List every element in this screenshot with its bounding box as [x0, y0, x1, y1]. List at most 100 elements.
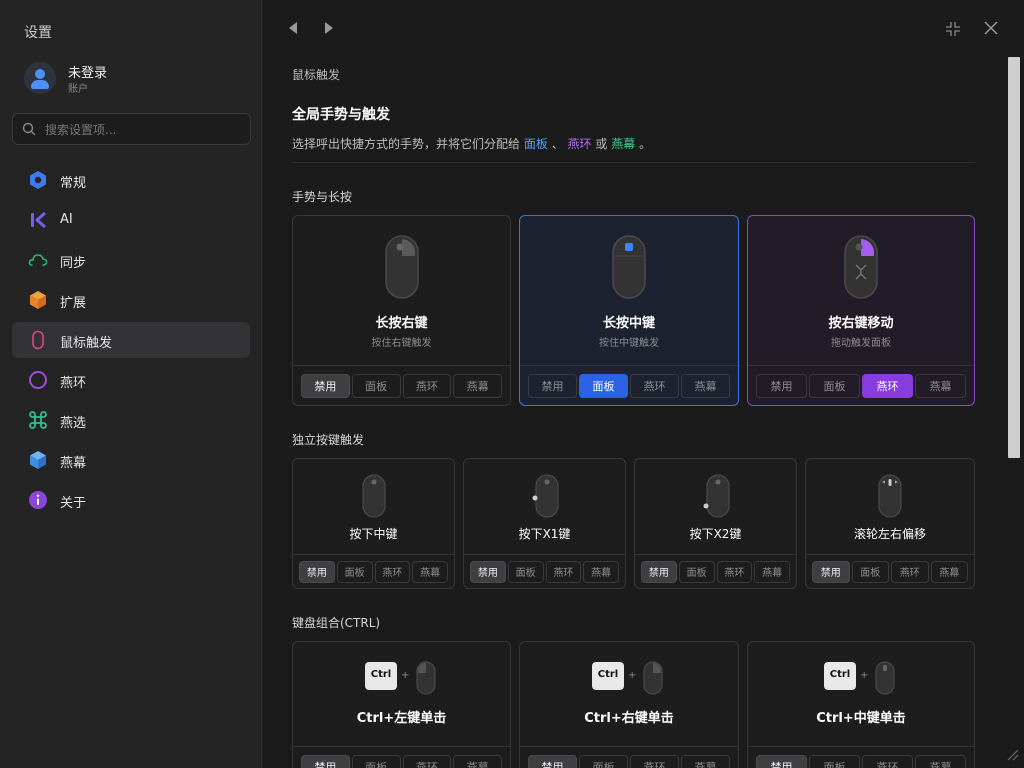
- sidebar-item-label: AI: [60, 212, 73, 227]
- option-ring[interactable]: 燕环: [862, 754, 913, 768]
- option-disable[interactable]: 禁用: [528, 754, 577, 768]
- sidebar-item-ring[interactable]: 燕环: [12, 362, 250, 398]
- gesture-card-right-drag[interactable]: 按右键移动 拖动触发面板 禁用 面板 燕环 燕幕: [747, 215, 975, 406]
- option-screen[interactable]: 燕幕: [915, 754, 966, 768]
- section-title-gesture: 手势与长按: [292, 190, 353, 204]
- card-title: 按右键移动: [828, 316, 894, 331]
- option-ring[interactable]: 燕环: [630, 754, 679, 768]
- option-screen[interactable]: 燕幕: [681, 373, 730, 398]
- standalone-card-x1[interactable]: 按下X1键 禁用 面板 燕环 燕幕: [463, 458, 626, 589]
- forward-arrow-icon[interactable]: [322, 18, 336, 38]
- panel-link: 面板: [523, 137, 548, 151]
- mouse-side-x2-icon: [703, 474, 730, 518]
- mouse-right-button-icon: [643, 661, 663, 695]
- sidebar-item-label: 常规: [60, 176, 87, 191]
- option-disable[interactable]: 禁用: [301, 373, 350, 398]
- sidebar-item-label: 同步: [60, 256, 87, 271]
- option-panel[interactable]: 面板: [809, 373, 860, 398]
- option-screen[interactable]: 燕幕: [583, 560, 619, 583]
- option-screen[interactable]: 燕幕: [412, 560, 448, 583]
- ai-logo-icon: [31, 211, 46, 229]
- option-disable[interactable]: 禁用: [756, 754, 807, 768]
- standalone-card-wheel-tilt[interactable]: 滚轮左右偏移 禁用 面板 燕环 燕幕: [805, 458, 975, 589]
- standalone-card-middle[interactable]: 按下中键 禁用 面板 燕环 燕幕: [292, 458, 455, 589]
- option-panel[interactable]: 面板: [351, 373, 401, 398]
- sidebar-item-about[interactable]: 关于: [12, 482, 250, 518]
- gesture-card-long-middle[interactable]: 长按中键 按住中键触发 禁用 面板 燕环 燕幕: [519, 215, 739, 406]
- standalone-card-x2[interactable]: 按下X2键 禁用 面板 燕环 燕幕: [634, 458, 797, 589]
- option-panel[interactable]: 面板: [579, 373, 628, 398]
- back-arrow-icon[interactable]: [286, 18, 300, 38]
- option-screen[interactable]: 燕幕: [681, 754, 730, 768]
- option-ring[interactable]: 燕环: [545, 560, 582, 583]
- sidebar-item-sync[interactable]: 同步: [12, 242, 250, 278]
- option-ring[interactable]: 燕环: [402, 754, 452, 768]
- option-screen[interactable]: 燕幕: [754, 560, 790, 583]
- option-panel[interactable]: 面板: [851, 560, 889, 583]
- option-panel[interactable]: 面板: [351, 754, 401, 768]
- close-icon[interactable]: [983, 20, 999, 36]
- option-ring[interactable]: 燕环: [891, 560, 929, 583]
- card-subtitle: 按住中键触发: [599, 338, 659, 349]
- option-group: 禁用 面板 燕环 燕幕: [748, 365, 974, 405]
- option-disable[interactable]: 禁用: [756, 373, 807, 398]
- sidebar-item-screen[interactable]: 燕幕: [12, 442, 250, 478]
- option-group: 禁用 面板 燕环 燕幕: [520, 365, 738, 405]
- desc-sep: 或: [595, 137, 608, 151]
- card-title: 长按右键: [375, 316, 428, 331]
- option-group: 禁用 面板 燕环 燕幕: [635, 554, 796, 588]
- option-disable[interactable]: 禁用: [470, 560, 506, 583]
- settings-window: 设置 未登录 账户 常规 AI 同步 扩展: [0, 0, 1024, 768]
- option-ring[interactable]: 燕环: [716, 560, 753, 583]
- option-panel[interactable]: 面板: [678, 560, 715, 583]
- page-heading: 全局手势与触发: [292, 107, 390, 123]
- sidebar-item-select[interactable]: 燕选: [12, 402, 250, 438]
- scrollbar-thumb[interactable]: [1008, 57, 1020, 458]
- keyboard-card-ctrl-right[interactable]: Ctrl + Ctrl+右键单击 禁用 面板 燕环 燕幕: [519, 641, 739, 768]
- divider: [292, 162, 975, 163]
- search-input[interactable]: [45, 120, 235, 140]
- keyboard-card-ctrl-left[interactable]: Ctrl + Ctrl+左键单击 禁用 面板 燕环 燕幕: [292, 641, 511, 768]
- option-screen[interactable]: 燕幕: [915, 373, 966, 398]
- breadcrumb: 鼠标触发: [292, 68, 341, 82]
- sidebar-item-general[interactable]: 常规: [12, 162, 250, 198]
- sidebar-item-mouse-trigger[interactable]: 鼠标触发: [12, 322, 250, 358]
- gesture-card-long-right[interactable]: 长按右键 按住右键触发 禁用 面板 燕环 燕幕: [292, 215, 511, 406]
- card-title: 按下中键: [349, 527, 398, 541]
- option-panel[interactable]: 面板: [579, 754, 628, 768]
- box-icon: [30, 451, 46, 469]
- sidebar-item-ai[interactable]: AI: [12, 202, 250, 238]
- option-panel[interactable]: 面板: [809, 754, 860, 768]
- scrollbar[interactable]: [1006, 54, 1022, 762]
- option-ring[interactable]: 燕环: [862, 373, 913, 398]
- keyboard-card-ctrl-middle[interactable]: Ctrl + Ctrl+中键单击 禁用 面板 燕环 燕幕: [747, 641, 975, 768]
- ring-link: 燕环: [567, 137, 592, 151]
- ring-icon: [29, 371, 47, 389]
- option-disable[interactable]: 禁用: [812, 560, 850, 583]
- option-group: 禁用 面板 燕环 燕幕: [806, 554, 974, 588]
- search-icon: [22, 122, 36, 136]
- option-screen[interactable]: 燕幕: [930, 560, 968, 583]
- option-ring[interactable]: 燕环: [402, 373, 452, 398]
- option-disable[interactable]: 禁用: [641, 560, 677, 583]
- option-disable[interactable]: 禁用: [528, 373, 577, 398]
- cloud-icon: [28, 254, 48, 266]
- option-disable[interactable]: 禁用: [301, 754, 350, 768]
- plus-sign: +: [628, 670, 637, 681]
- card-title: Ctrl+右键单击: [584, 711, 674, 726]
- card-title: 长按中键: [602, 316, 655, 331]
- option-screen[interactable]: 燕幕: [453, 754, 502, 768]
- resize-grip-icon[interactable]: [1003, 745, 1019, 761]
- user-account[interactable]: 未登录 账户: [24, 62, 244, 96]
- sidebar-item-extensions[interactable]: 扩展: [12, 282, 250, 318]
- sidebar-item-label: 燕选: [60, 416, 87, 431]
- collapse-icon[interactable]: [945, 21, 961, 37]
- option-screen[interactable]: 燕幕: [453, 373, 502, 398]
- desc-sep: 、: [551, 137, 564, 151]
- mouse-icon: [361, 474, 386, 518]
- option-panel[interactable]: 面板: [336, 560, 373, 583]
- option-ring[interactable]: 燕环: [374, 560, 411, 583]
- option-disable[interactable]: 禁用: [299, 560, 335, 583]
- option-ring[interactable]: 燕环: [630, 373, 679, 398]
- option-panel[interactable]: 面板: [507, 560, 544, 583]
